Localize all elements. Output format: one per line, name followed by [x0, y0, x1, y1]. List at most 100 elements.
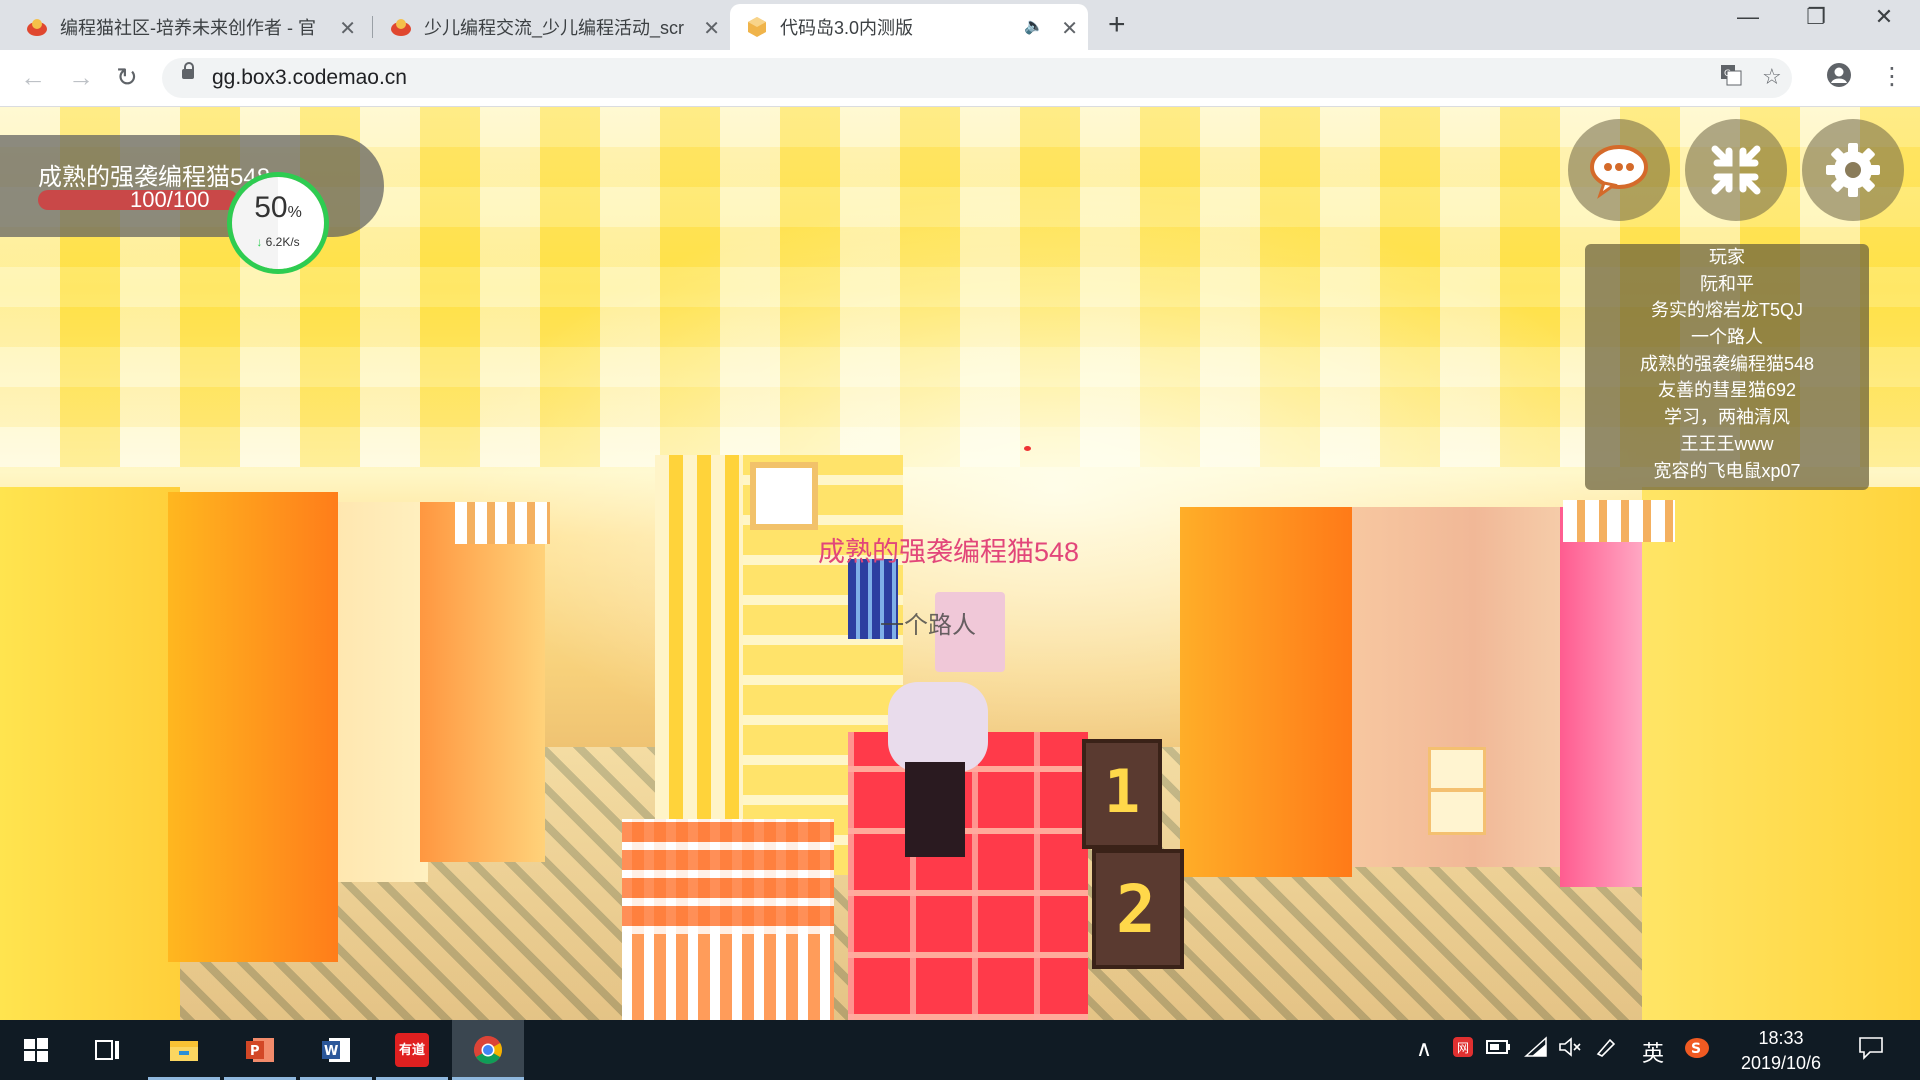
svg-text:G: G [1724, 69, 1731, 79]
menu-dots-icon[interactable]: ⋮ [1880, 62, 1904, 91]
tab-title: 少儿编程交流_少儿编程活动_scr [424, 18, 685, 38]
star-icon[interactable]: ☆ [1762, 64, 1782, 90]
sogou-ime-icon[interactable]: S [1684, 1036, 1710, 1066]
tab-box3[interactable]: 代码岛3.0内测版 🔈 ✕ [730, 4, 1088, 50]
svg-text:网: 网 [1457, 1041, 1469, 1055]
ornate-block-top [622, 819, 834, 934]
close-icon[interactable]: ✕ [339, 16, 356, 41]
box3-favicon [746, 16, 768, 38]
file-explorer-icon[interactable] [148, 1020, 220, 1080]
clock-date: 2019/10/6 [1740, 1053, 1822, 1073]
wifi-icon[interactable] [1524, 1036, 1548, 1064]
number-block-2: 2 [1092, 849, 1184, 969]
close-window-button[interactable]: ✕ [1864, 4, 1904, 30]
task-view-icon[interactable] [72, 1020, 144, 1080]
shrink-button[interactable] [1685, 119, 1787, 221]
clock-time: 18:33 [1758, 1028, 1804, 1048]
powerpoint-icon[interactable]: P [224, 1020, 296, 1080]
block-number-label: 2 [1116, 871, 1156, 948]
light-block [1428, 747, 1486, 835]
settings-button[interactable] [1802, 119, 1904, 221]
volume-muted-icon[interactable] [1558, 1036, 1582, 1064]
player-list: 玩家 阮和平 务实的熔岩龙T5QJ 一个路人 成熟的强袭编程猫548 友善的彗星… [1585, 244, 1869, 490]
profile-icon[interactable] [1826, 62, 1852, 95]
lamp-right [1563, 500, 1675, 542]
left-inner-wall [420, 502, 545, 862]
network-percent: 50% [254, 191, 302, 224]
lock-icon [182, 62, 194, 79]
player-list-item: 学习，两袖清风 [1664, 407, 1790, 428]
player-nametag: 成熟的强袭编程猫548 [818, 537, 1080, 567]
network-gauge: 50% ↓ 6.2K/s [232, 177, 324, 269]
player-status-card: 成熟的强袭编程猫548 100/100 [0, 135, 384, 237]
character-body [888, 682, 988, 772]
chat-bubble-icon [1590, 145, 1648, 199]
player-list-item: 宽容的飞电鼠xp07 [1653, 460, 1801, 481]
tab-title: 代码岛3.0内测版 [780, 18, 914, 38]
codemao-favicon [390, 16, 412, 38]
new-tab-button[interactable]: + [1108, 8, 1126, 42]
close-icon[interactable]: ✕ [1061, 16, 1078, 41]
gear-icon [1826, 143, 1880, 197]
tab-codemao-exchange[interactable]: 少儿编程交流_少儿编程活动_scr ✕ [374, 4, 730, 50]
taskbar: P W 有道 ∧ 网 英 S 18:33 2019/10/6 [0, 1020, 1920, 1080]
player-list-header: 玩家 [1709, 247, 1745, 267]
battery-icon[interactable] [1486, 1036, 1512, 1064]
network-speed: ↓ 6.2K/s [256, 235, 300, 249]
chrome-icon[interactable] [452, 1020, 524, 1080]
game-viewport[interactable]: 1 2 成熟的强袭编程猫548 一个路人 成熟的强袭编程猫548 100/100… [0, 107, 1920, 1020]
player-list-item: 务实的熔岩龙T5QJ [1650, 300, 1803, 321]
url-text: gg.box3.codemao.cn [212, 66, 407, 89]
word-icon[interactable]: W [300, 1020, 372, 1080]
number-block-1: 1 [1082, 739, 1162, 849]
reload-icon[interactable]: ↻ [116, 62, 138, 93]
collapse-arrows-icon [1711, 145, 1761, 195]
left-orange-wall [168, 492, 338, 962]
player-list-item: 成熟的强袭编程猫548 [1639, 353, 1815, 374]
pink-wall [1560, 507, 1642, 887]
windows-start-icon[interactable] [0, 1020, 72, 1080]
tab-strip: 编程猫社区-培养未来创作者 - 官 ✕ 少儿编程交流_少儿编程活动_scr ✕ … [0, 0, 1920, 50]
red-block-grid [848, 732, 1088, 1020]
minimize-button[interactable]: — [1728, 4, 1768, 30]
youdao-icon[interactable]: 有道 [376, 1020, 448, 1080]
player-list-item: 阮和平 [1700, 273, 1754, 294]
right-orange-wall [1180, 507, 1352, 877]
tab-title: 编程猫社区-培养未来创作者 - 官 [60, 18, 316, 38]
pillar-frame [750, 462, 818, 530]
browser-toolbar: ← → ↻ gg.box3.codemao.cn G ☆ ⋮ [0, 50, 1920, 107]
lamp-left [455, 502, 550, 544]
right-wall-pillar [1642, 487, 1920, 1020]
translate-icon[interactable]: G [1720, 64, 1742, 92]
svg-text:W: W [324, 1044, 338, 1059]
system-clock[interactable]: 18:33 2019/10/6 [1716, 1026, 1846, 1076]
close-icon[interactable]: ✕ [703, 16, 720, 41]
player-list-item: 王王王www [1680, 433, 1774, 454]
other-player-nametag: 一个路人 [880, 612, 976, 639]
tray-chevron-up-icon[interactable]: ∧ [1416, 1036, 1432, 1062]
crosshair [1024, 446, 1031, 451]
tab-divider [372, 16, 373, 38]
svg-text:P: P [250, 1044, 260, 1059]
chat-button[interactable] [1568, 119, 1670, 221]
notification-icon[interactable] [1858, 1036, 1884, 1066]
left-wall-pillar [0, 487, 180, 1020]
back-arrow-icon[interactable]: ← [20, 62, 46, 93]
player-list-item: 一个路人 [1691, 327, 1763, 348]
character-legs [905, 762, 965, 857]
pen-icon[interactable] [1594, 1036, 1618, 1064]
left-doorway [338, 502, 428, 882]
codemao-favicon [26, 16, 48, 38]
youdao-label: 有道 [395, 1033, 429, 1067]
download-arrow-icon: ↓ [256, 235, 263, 249]
address-bar[interactable]: gg.box3.codemao.cn G ☆ [162, 58, 1792, 98]
ime-language[interactable]: 英 [1642, 1036, 1664, 1068]
restore-button[interactable]: ❐ [1796, 4, 1836, 30]
tab-codemao-community[interactable]: 编程猫社区-培养未来创作者 - 官 ✕ [10, 4, 366, 50]
player-list-item: 友善的彗星猫692 [1657, 380, 1797, 401]
speaker-icon[interactable]: 🔈 [1024, 16, 1044, 36]
forward-arrow-icon[interactable]: → [68, 62, 94, 93]
tray-app-icon[interactable]: 网 [1452, 1036, 1474, 1064]
svg-text:S: S [1691, 1041, 1701, 1057]
block-number-label: 1 [1104, 757, 1141, 827]
